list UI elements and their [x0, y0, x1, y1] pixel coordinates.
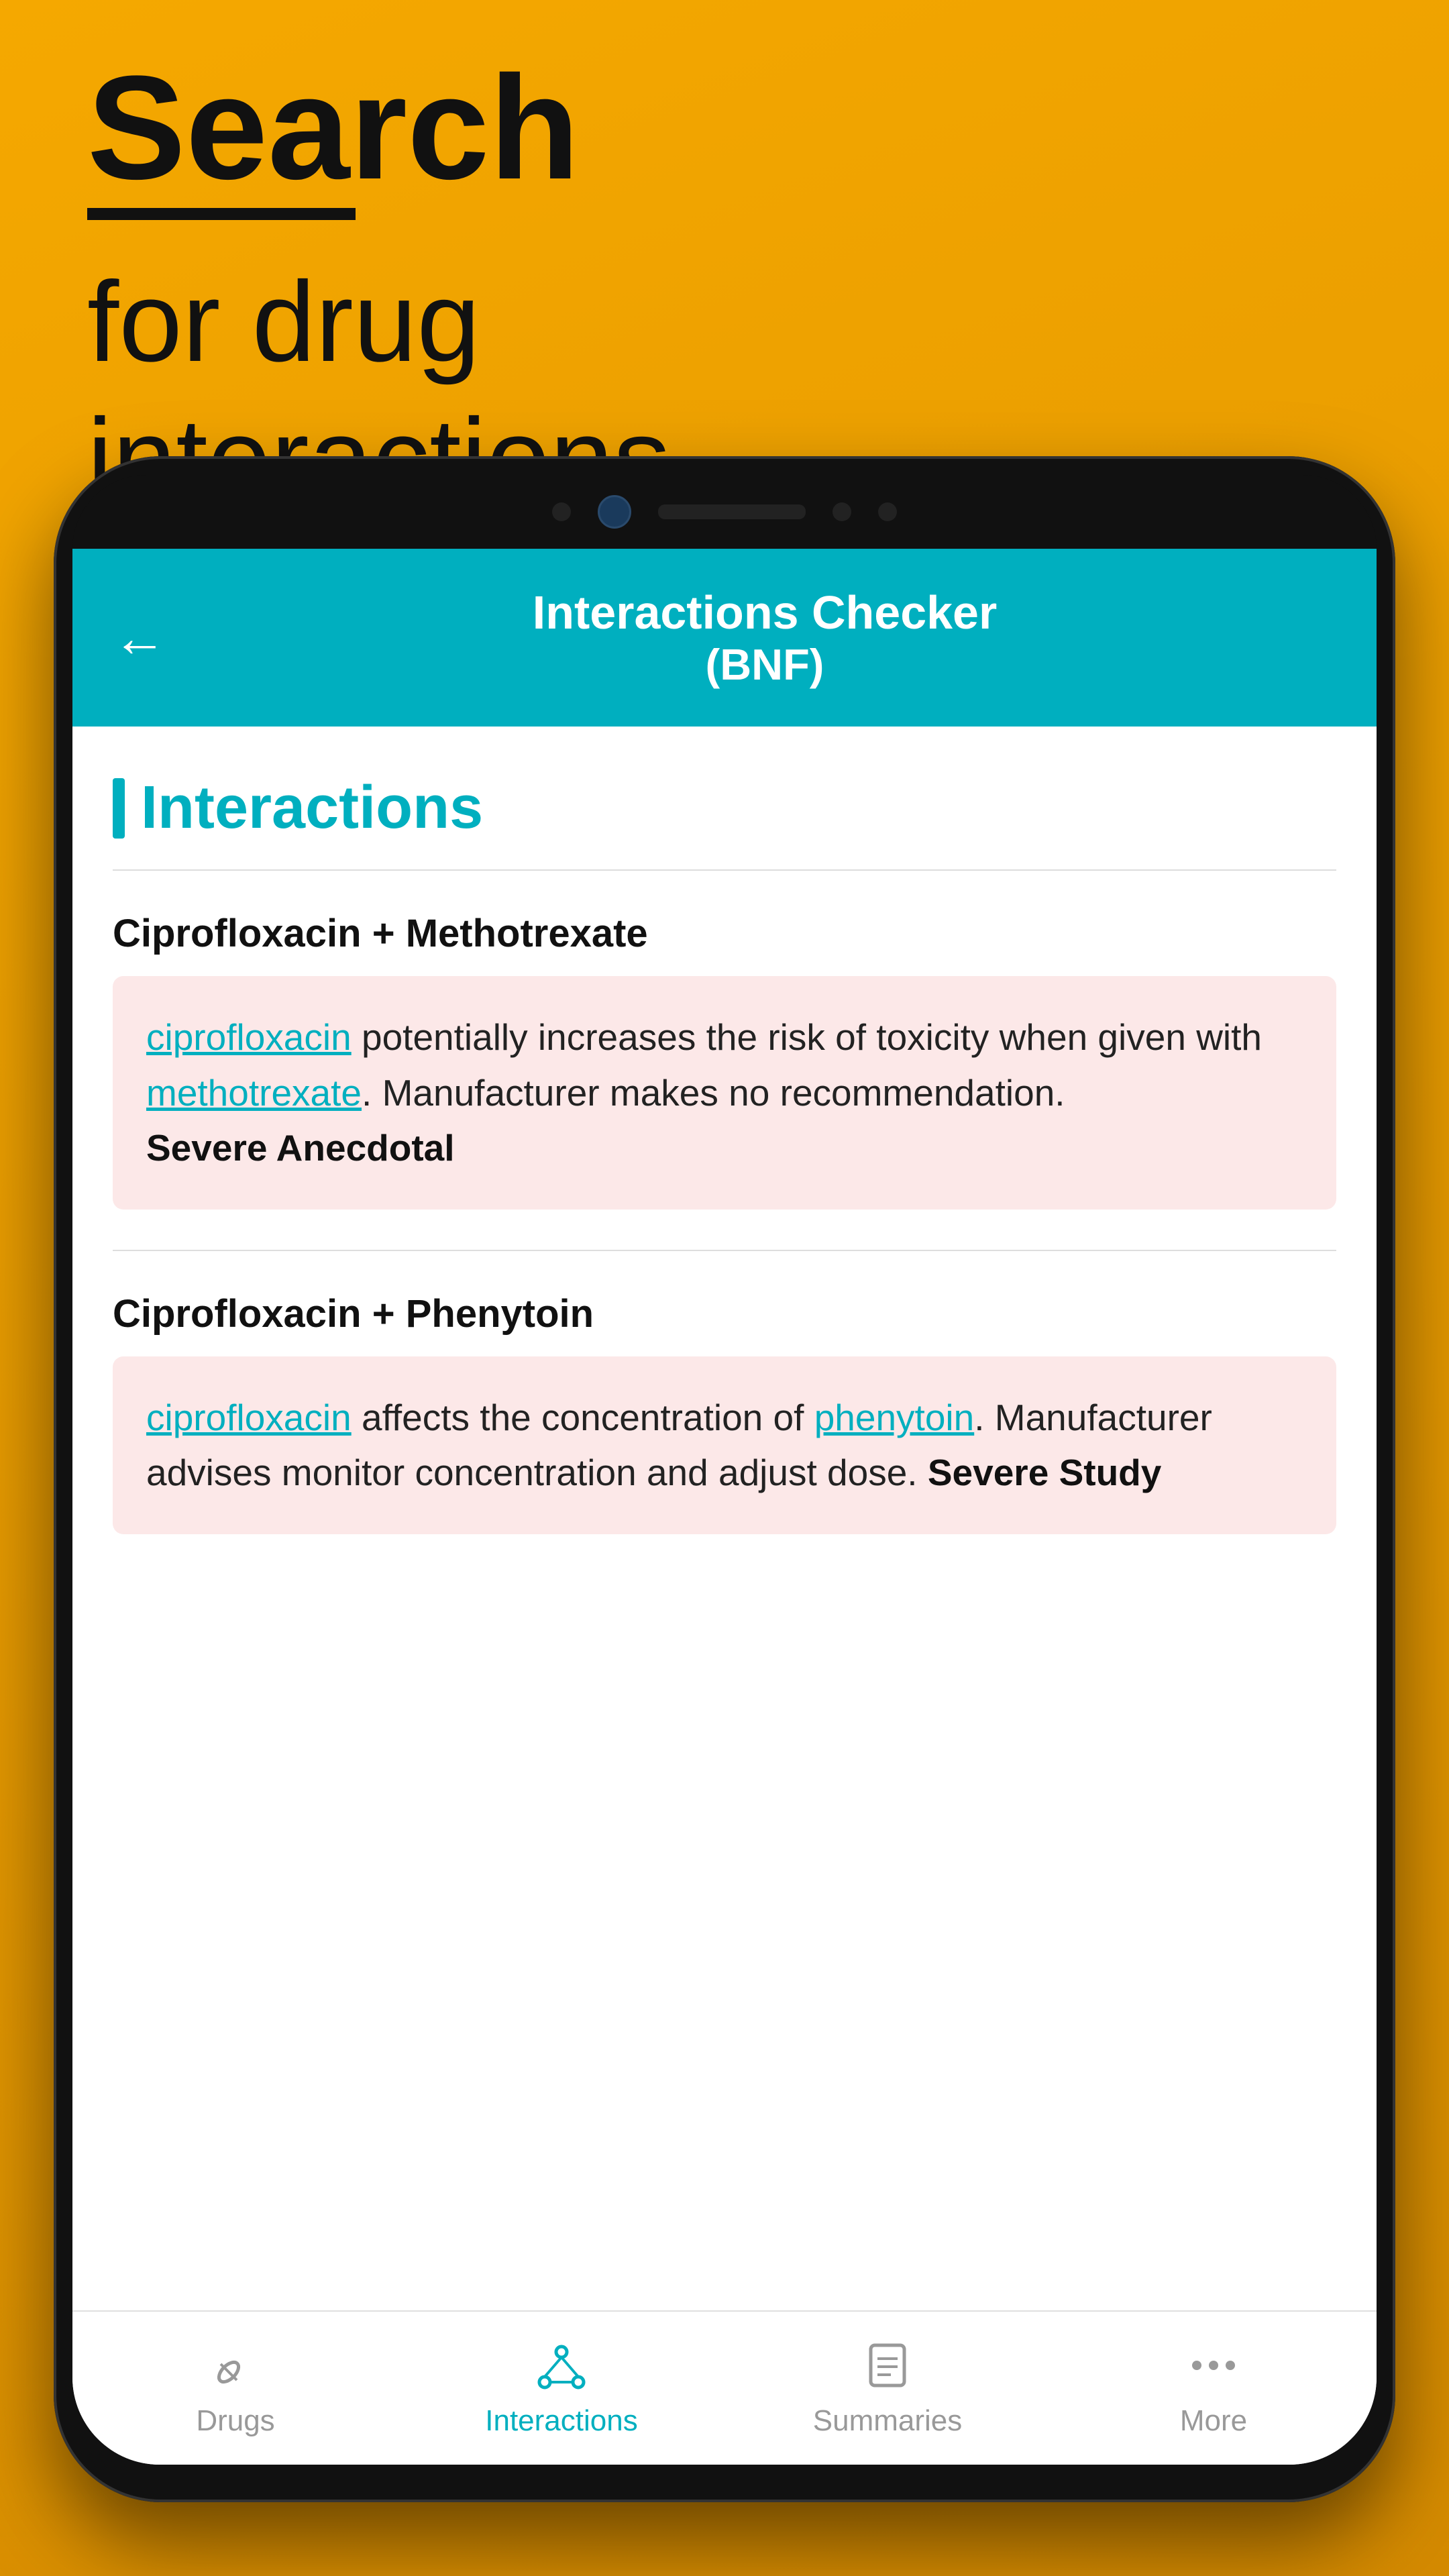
notch-speaker [658, 504, 806, 519]
more-icon [1187, 2339, 1240, 2392]
bottom-nav: Drugs Interactions [72, 2310, 1377, 2465]
drug-link-ciprofloxacin-2[interactable]: ciprofloxacin [146, 1397, 352, 1438]
nav-label-summaries: Summaries [813, 2404, 963, 2438]
notch-sensor [552, 502, 571, 521]
interaction-card-2: ciprofloxacin affects the concentration … [113, 1356, 1336, 1534]
summaries-icon [861, 2339, 914, 2392]
app-header: ← Interactions Checker (BNF) [72, 549, 1377, 727]
header-title-sub: (BNF) [193, 639, 1336, 690]
phone-outer: ← Interactions Checker (BNF) Interaction… [54, 456, 1395, 2502]
notch-sensor-3 [878, 502, 897, 521]
section-title: Interactions [141, 773, 483, 843]
phone-screen: ← Interactions Checker (BNF) Interaction… [72, 549, 1377, 2465]
interaction-pair-title-1: Ciprofloxacin + Methotrexate [113, 911, 1336, 956]
header-title: Interactions Checker (BNF) [193, 586, 1336, 690]
phone-notch [72, 475, 1377, 549]
severity-2: Severe Study [928, 1452, 1162, 1493]
section-bar-accent [113, 778, 125, 839]
drug-link-ciprofloxacin-1[interactable]: ciprofloxacin [146, 1016, 352, 1058]
drug-link-phenytoin[interactable]: phenytoin [814, 1397, 975, 1438]
interaction-text-2: ciprofloxacin affects the concentration … [146, 1397, 1212, 1494]
back-button[interactable]: ← [113, 607, 166, 669]
interaction-block-1: Ciprofloxacin + Methotrexate ciprofloxac… [72, 871, 1377, 1210]
notch-sensor-2 [833, 502, 851, 521]
nav-label-drugs: Drugs [196, 2404, 274, 2438]
pill-icon [209, 2339, 262, 2392]
interaction-pair-title-2: Ciprofloxacin + Phenytoin [113, 1291, 1336, 1336]
notch-camera [598, 495, 631, 529]
app-content: Interactions Ciprofloxacin + Methotrexat… [72, 727, 1377, 2310]
interaction-text-1: ciprofloxacin potentially increases the … [146, 1016, 1262, 1169]
severity-1: Severe Anecdotal [146, 1127, 455, 1169]
nav-item-more[interactable]: More [1051, 2312, 1377, 2465]
interaction-card-1: ciprofloxacin potentially increases the … [113, 976, 1336, 1210]
header-title-main: Interactions Checker [193, 586, 1336, 639]
nav-item-drugs[interactable]: Drugs [72, 2312, 398, 2465]
interactions-icon [535, 2339, 588, 2392]
nav-label-interactions: Interactions [485, 2404, 637, 2438]
drug-link-methotrexate[interactable]: methotrexate [146, 1072, 362, 1114]
hero-search-word: Search [87, 54, 670, 201]
nav-label-more: More [1180, 2404, 1247, 2438]
nav-item-summaries[interactable]: Summaries [724, 2312, 1051, 2465]
nav-item-interactions[interactable]: Interactions [398, 2312, 724, 2465]
interaction-block-2: Ciprofloxacin + Phenytoin ciprofloxacin … [72, 1251, 1377, 1534]
phone-mockup: ← Interactions Checker (BNF) Interaction… [54, 456, 1395, 2502]
section-heading: Interactions [72, 727, 1377, 869]
